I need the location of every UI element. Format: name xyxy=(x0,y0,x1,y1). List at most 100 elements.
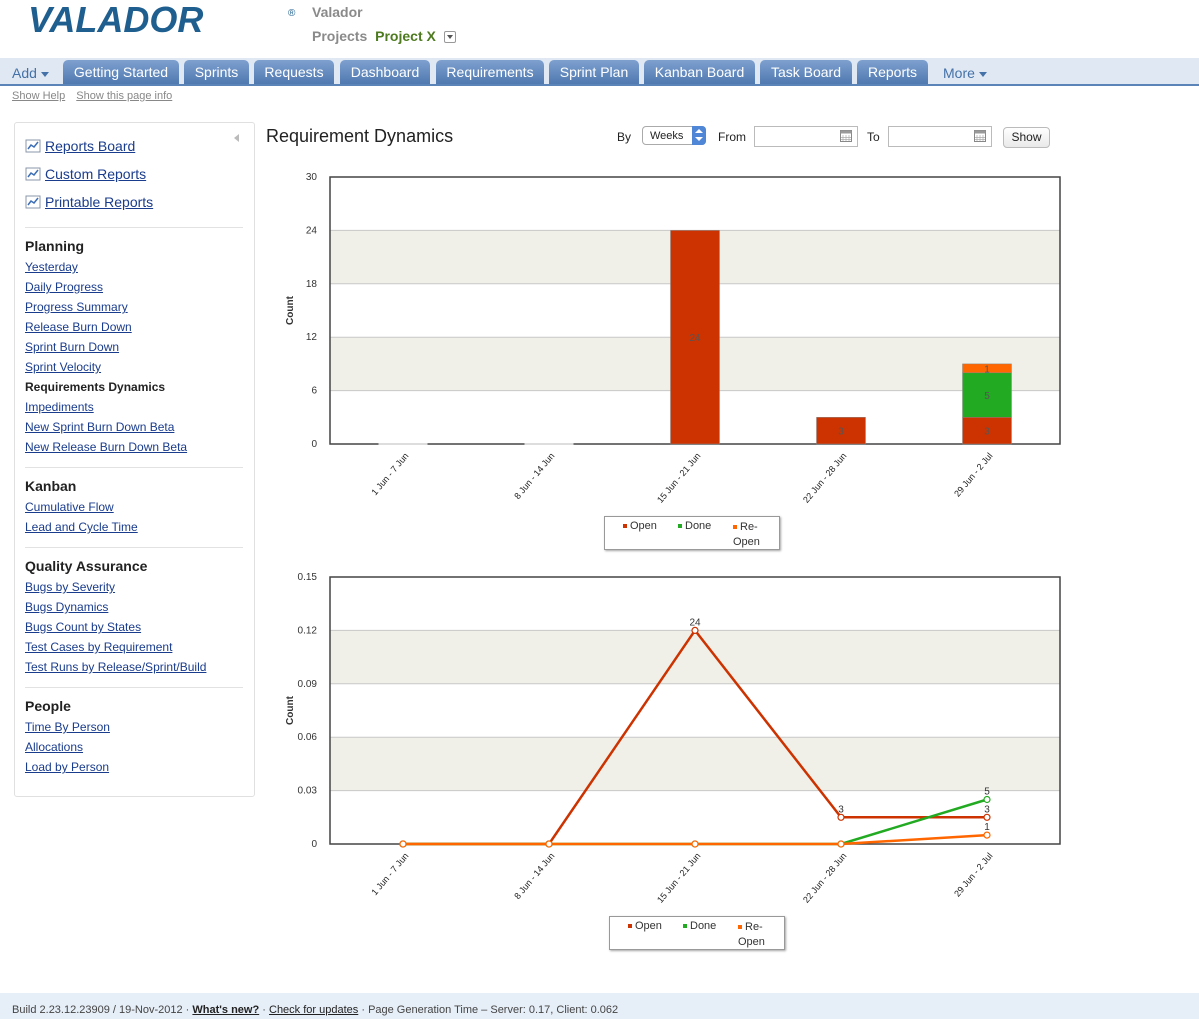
data-label: 24 xyxy=(689,617,701,628)
y-axis-label: Count xyxy=(285,695,296,725)
project-selector: Projects Project X xyxy=(312,28,456,44)
legend-label: Open xyxy=(635,920,662,932)
main-nav: Add Getting Started Sprints Requests Das… xyxy=(0,58,1199,86)
sidebar-item-yesterday[interactable]: Yesterday xyxy=(25,260,78,274)
sidebar-item-new-release-burn-down-beta[interactable]: New Release Burn Down Beta xyxy=(25,440,187,454)
page-title: Requirement Dynamics xyxy=(266,126,454,146)
legend-label: Done xyxy=(690,920,717,932)
check-updates-link[interactable]: Check for updates xyxy=(269,1004,358,1016)
legend-label: Re-Open xyxy=(733,521,760,548)
data-label: 1 xyxy=(984,822,990,833)
tab-sprint-plan[interactable]: Sprint Plan xyxy=(549,60,639,84)
custom-reports-link[interactable]: Custom Reports xyxy=(25,166,146,182)
logo-registered-mark: ® xyxy=(288,8,296,19)
calendar-icon[interactable] xyxy=(974,130,986,142)
add-menu[interactable]: Add xyxy=(12,65,49,81)
data-point-re-open xyxy=(399,840,407,848)
sidebar-item-release-burn-down[interactable]: Release Burn Down xyxy=(25,320,132,334)
line-chart-legend: Open Done Re-Open xyxy=(609,916,785,950)
y-tick-label: 0.03 xyxy=(298,786,318,797)
reports-board-link[interactable]: Reports Board xyxy=(25,138,135,154)
legend-swatch xyxy=(733,525,737,530)
help-links: Show Help Show this page info xyxy=(12,90,180,102)
tab-requirements[interactable]: Requirements xyxy=(436,60,544,84)
sidebar-item-bugs-by-severity[interactable]: Bugs by Severity xyxy=(25,580,115,594)
x-tick-label: 1 Jun - 7 Jun xyxy=(369,851,410,897)
show-help-link[interactable]: Show Help xyxy=(12,90,65,102)
sidebar-item-sprint-burn-down[interactable]: Sprint Burn Down xyxy=(25,340,119,354)
section-title-kanban: Kanban xyxy=(25,478,77,494)
tab-dashboard[interactable]: Dashboard xyxy=(340,60,430,84)
sidebar-item-bugs-dynamics[interactable]: Bugs Dynamics xyxy=(25,600,108,614)
x-tick-label: 22 Jun - 28 Jun xyxy=(801,851,849,905)
calendar-icon[interactable] xyxy=(840,130,852,142)
data-point-re-open xyxy=(691,840,699,848)
x-tick-label: 22 Jun - 28 Jun xyxy=(801,451,849,505)
sidebar-item-test-cases-by-requirement[interactable]: Test Cases by Requirement xyxy=(25,640,172,654)
show-page-info-link[interactable]: Show this page info xyxy=(76,90,172,102)
sidebar-item-new-sprint-burn-down-beta[interactable]: New Sprint Burn Down Beta xyxy=(25,420,174,434)
header: VALADOR ® Valador Projects Project X xyxy=(0,0,1199,60)
more-menu[interactable]: More xyxy=(943,65,987,81)
chevron-down-icon xyxy=(40,71,49,77)
sidebar-item-sprint-velocity[interactable]: Sprint Velocity xyxy=(25,360,101,374)
build-info: Build 2.23.12.23909 / 19-Nov-2012 · xyxy=(12,1004,190,1016)
y-axis-label: Count xyxy=(285,295,296,325)
tab-sprints[interactable]: Sprints xyxy=(184,60,249,84)
legend-label: Open xyxy=(630,520,657,532)
reports-sidebar: Reports Board Custom Reports Printable R… xyxy=(14,122,255,797)
legend-item-reopen: Re-Open xyxy=(738,920,768,950)
to-date-input[interactable] xyxy=(888,126,992,147)
tab-reports[interactable]: Reports xyxy=(857,60,928,84)
sidebar-item-time-by-person[interactable]: Time By Person xyxy=(25,720,110,734)
legend-item-open: Open xyxy=(623,520,657,532)
more-menu-label: More xyxy=(943,65,975,81)
current-project-link[interactable]: Project X xyxy=(375,28,436,44)
requirement-dynamics-line-chart: 0 0.03 0.06 0.09 0.12 0.15 Count 1 Jun - 7 Jun 8… xyxy=(285,572,1061,905)
sidebar-item-cumulative-flow[interactable]: Cumulative Flow xyxy=(25,500,114,514)
data-label: 3 xyxy=(984,804,990,815)
divider xyxy=(25,227,243,228)
footer: Build 2.23.12.23909 / 19-Nov-2012 · What… xyxy=(0,993,1199,1019)
bar-value-label: 5 xyxy=(984,391,990,402)
legend-item-done: Done xyxy=(678,520,711,532)
sidebar-item-bugs-count-by-states[interactable]: Bugs Count by States xyxy=(25,620,141,634)
whats-new-link[interactable]: What's new? xyxy=(192,1004,259,1016)
y-tick-label: 6 xyxy=(311,386,317,397)
y-tick-label: 0.12 xyxy=(298,625,318,636)
sidebar-item-allocations[interactable]: Allocations xyxy=(25,740,83,754)
by-label: By xyxy=(617,130,632,144)
tab-task-board[interactable]: Task Board xyxy=(760,60,852,84)
logo-text: VALADOR xyxy=(28,2,203,38)
x-tick-label: 1 Jun - 7 Jun xyxy=(369,451,410,497)
legend-item-done: Done xyxy=(683,920,716,932)
section-title-quality-assurance: Quality Assurance xyxy=(25,558,148,574)
sidebar-item-lead-and-cycle-time[interactable]: Lead and Cycle Time xyxy=(25,520,138,534)
collapse-sidebar-icon[interactable] xyxy=(234,134,239,142)
legend-item-reopen: Re-Open xyxy=(733,520,763,550)
printable-reports-link[interactable]: Printable Reports xyxy=(25,194,153,210)
grid-band xyxy=(330,737,1060,791)
project-dropdown-icon[interactable] xyxy=(443,31,456,44)
page-generation-time: · Page Generation Time – Server: 0.17, C… xyxy=(361,1004,619,1016)
sidebar-item-progress-summary[interactable]: Progress Summary xyxy=(25,300,128,314)
data-point-re-open xyxy=(545,840,553,848)
period-select[interactable]: Weeks xyxy=(642,126,706,145)
sidebar-item-load-by-person[interactable]: Load by Person xyxy=(25,760,109,774)
bar-value-label: 1 xyxy=(984,364,990,375)
y-tick-label: 0 xyxy=(311,839,317,850)
bar-chart-legend: Open Done Re-Open xyxy=(604,516,780,550)
legend-swatch xyxy=(683,924,687,929)
tab-getting-started[interactable]: Getting Started xyxy=(63,60,179,84)
legend-label: Done xyxy=(685,520,712,532)
valador-logo[interactable]: VALADOR ® xyxy=(26,2,306,38)
sidebar-item-daily-progress[interactable]: Daily Progress xyxy=(25,280,103,294)
sidebar-item-test-runs-by-release[interactable]: Test Runs by Release/Sprint/Build xyxy=(25,660,206,674)
from-date-input[interactable] xyxy=(754,126,858,147)
tab-requests[interactable]: Requests xyxy=(254,60,334,84)
section-title-people: People xyxy=(25,698,71,714)
show-button[interactable]: Show xyxy=(1003,127,1050,148)
sidebar-item-impediments[interactable]: Impediments xyxy=(25,400,94,414)
bar-value-label: 3 xyxy=(984,427,990,438)
tab-kanban-board[interactable]: Kanban Board xyxy=(644,60,755,84)
